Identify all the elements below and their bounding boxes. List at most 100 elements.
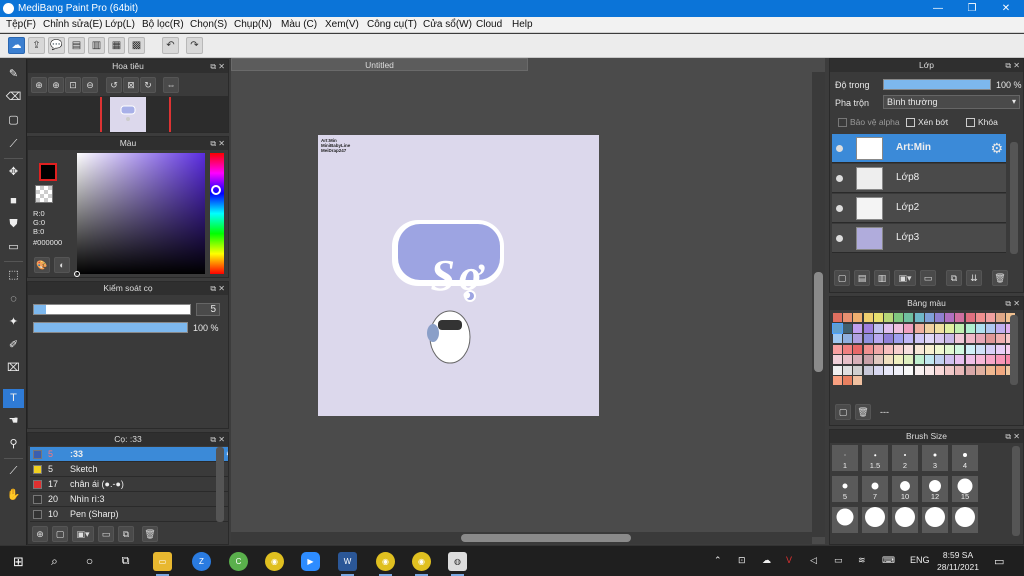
magic-wand-tool-icon[interactable]: ✦ — [3, 313, 24, 332]
brush-size-cell[interactable]: 10 — [891, 475, 919, 503]
palette-swatch[interactable] — [894, 313, 904, 322]
cortana-icon[interactable]: ○ — [80, 552, 99, 571]
add-layer-dropdown-icon[interactable]: ▣▾ — [894, 270, 916, 286]
line-tool-icon[interactable]: ⟋ — [3, 135, 24, 154]
menu-filter[interactable]: Bộ lọc(R) — [142, 19, 184, 30]
layer-folder-icon[interactable]: ▭ — [920, 270, 936, 286]
color-history-icon[interactable]: ◐ — [54, 257, 70, 273]
palette-swatch[interactable] — [843, 376, 853, 385]
zoom-in-alt-icon[interactable]: ⊕ — [48, 77, 64, 93]
palette-swatch[interactable] — [924, 323, 934, 333]
palette-swatch[interactable] — [986, 344, 995, 354]
menu-file[interactable]: Tệp(F) — [6, 19, 36, 30]
chrome-window-2-icon[interactable]: ◉ — [412, 552, 431, 576]
fill-shape-tool-icon[interactable]: ■ — [3, 192, 24, 211]
palette-swatch[interactable] — [843, 365, 853, 375]
brush-type-dropdown-icon[interactable]: ▣▾ — [72, 526, 94, 542]
palette-swatch[interactable] — [843, 323, 853, 333]
palette-swatch[interactable] — [975, 323, 985, 333]
page-list-icon[interactable]: ▦ — [108, 37, 125, 54]
menu-capture[interactable]: Chụp(N) — [234, 19, 272, 30]
palette-swatch[interactable] — [914, 334, 924, 343]
palette-swatch[interactable] — [853, 313, 863, 322]
layer-item[interactable]: Lớp2 — [832, 194, 1006, 223]
zoom-in-icon[interactable]: ⊕ — [31, 77, 47, 93]
select-rect-tool-icon[interactable]: ⬚ — [3, 266, 24, 285]
palette-swatch[interactable] — [894, 365, 904, 375]
palette-swatch[interactable] — [863, 355, 873, 364]
palette-swatch[interactable] — [853, 355, 863, 364]
palette-swatch[interactable] — [955, 365, 965, 375]
panel-buttons[interactable]: ⧉ ✕ — [1005, 59, 1020, 72]
palette-swatch[interactable] — [955, 344, 965, 354]
new-8bit-layer-icon[interactable]: ▥ — [874, 270, 890, 286]
palette-swatch[interactable] — [986, 313, 995, 322]
palette-swatch[interactable] — [833, 334, 842, 343]
palette-swatch[interactable] — [955, 323, 965, 333]
brush-size-cell[interactable]: 1.5 — [861, 444, 889, 472]
palette-swatch[interactable] — [904, 313, 914, 322]
palette-swatch[interactable] — [924, 365, 934, 375]
visibility-icon[interactable] — [836, 235, 843, 242]
palette-swatch[interactable] — [833, 365, 842, 375]
palette-swatch[interactable] — [935, 365, 944, 375]
hue-slider-handle[interactable] — [211, 185, 221, 195]
palette-swatch[interactable] — [986, 355, 995, 364]
brush-list-scrollbar[interactable] — [216, 447, 224, 522]
menu-window[interactable]: Cửa sổ(W) — [423, 19, 472, 30]
palette-swatch[interactable] — [975, 344, 985, 354]
brush-settings-icon[interactable]: ⚙ — [226, 447, 228, 461]
palette-swatch[interactable] — [996, 365, 1006, 375]
palette-swatch[interactable] — [843, 334, 853, 343]
add-palette-color-icon[interactable]: ▢ — [835, 404, 851, 420]
palette-swatch[interactable] — [833, 376, 842, 385]
palette-swatch[interactable] — [965, 334, 975, 343]
notification-icon[interactable]: ▭ — [994, 555, 1004, 568]
zalo-icon[interactable]: Z — [192, 552, 211, 571]
cloud-icon[interactable]: ☁ — [8, 37, 25, 54]
palette-swatch[interactable] — [833, 355, 842, 364]
brush-size-slider[interactable] — [33, 304, 191, 315]
brush-item[interactable]: 10 Pen (Sharp) — [30, 507, 228, 522]
palette-swatch[interactable] — [832, 322, 843, 334]
palette-swatch[interactable] — [873, 334, 883, 343]
brush-item[interactable]: 17 chân ái (●.-●) — [30, 477, 228, 492]
tray-battery-icon[interactable]: ▭ — [834, 555, 843, 566]
brush-size-cell[interactable] — [891, 506, 919, 534]
palette-swatch[interactable] — [884, 355, 893, 364]
palette-swatch[interactable] — [914, 344, 924, 354]
palette-swatch[interactable] — [884, 313, 893, 322]
close-button[interactable]: ✕ — [989, 0, 1023, 17]
palette-swatch[interactable] — [863, 344, 873, 354]
actual-size-icon[interactable]: ⊠ — [123, 77, 139, 93]
palette-swatch[interactable] — [986, 323, 995, 333]
palette-swatch[interactable] — [884, 323, 893, 333]
eyedropper-tool-icon[interactable]: ⚲ — [3, 435, 24, 454]
palette-swatch[interactable] — [853, 344, 863, 354]
palette-swatch[interactable] — [975, 334, 985, 343]
chrome-icon[interactable]: ◉ — [265, 552, 284, 571]
palette-swatch[interactable] — [904, 323, 914, 333]
brush-item[interactable]: 5 Sketch — [30, 462, 228, 477]
tray-cloud-icon[interactable]: ☁ — [762, 555, 771, 566]
palette-swatch[interactable] — [955, 334, 965, 343]
undo-icon[interactable]: ↶ — [162, 37, 179, 54]
palette-swatch[interactable] — [914, 355, 924, 364]
word-icon[interactable]: W — [338, 552, 357, 576]
palette-swatch[interactable] — [935, 334, 944, 343]
palette-swatch[interactable] — [863, 313, 873, 322]
palette-swatch[interactable] — [853, 334, 863, 343]
gradient-tool-icon[interactable]: ▭ — [3, 238, 24, 257]
hscroll-thumb[interactable] — [461, 534, 631, 542]
visibility-icon[interactable] — [836, 145, 843, 152]
comment-icon[interactable]: 💬 — [48, 37, 65, 54]
canvas-vertical-scrollbar[interactable] — [812, 72, 825, 537]
palette-swatch[interactable] — [843, 344, 853, 354]
palette-swatch[interactable] — [965, 344, 975, 354]
maximize-button[interactable]: ❐ — [955, 0, 989, 17]
palette-swatch[interactable] — [873, 344, 883, 354]
tray-time[interactable]: 8:59 SA — [940, 550, 976, 560]
palette-swatch[interactable] — [853, 323, 863, 333]
brush-size-cell[interactable]: 3 — [921, 444, 949, 472]
brush-size-cell[interactable]: 15 — [951, 475, 979, 503]
